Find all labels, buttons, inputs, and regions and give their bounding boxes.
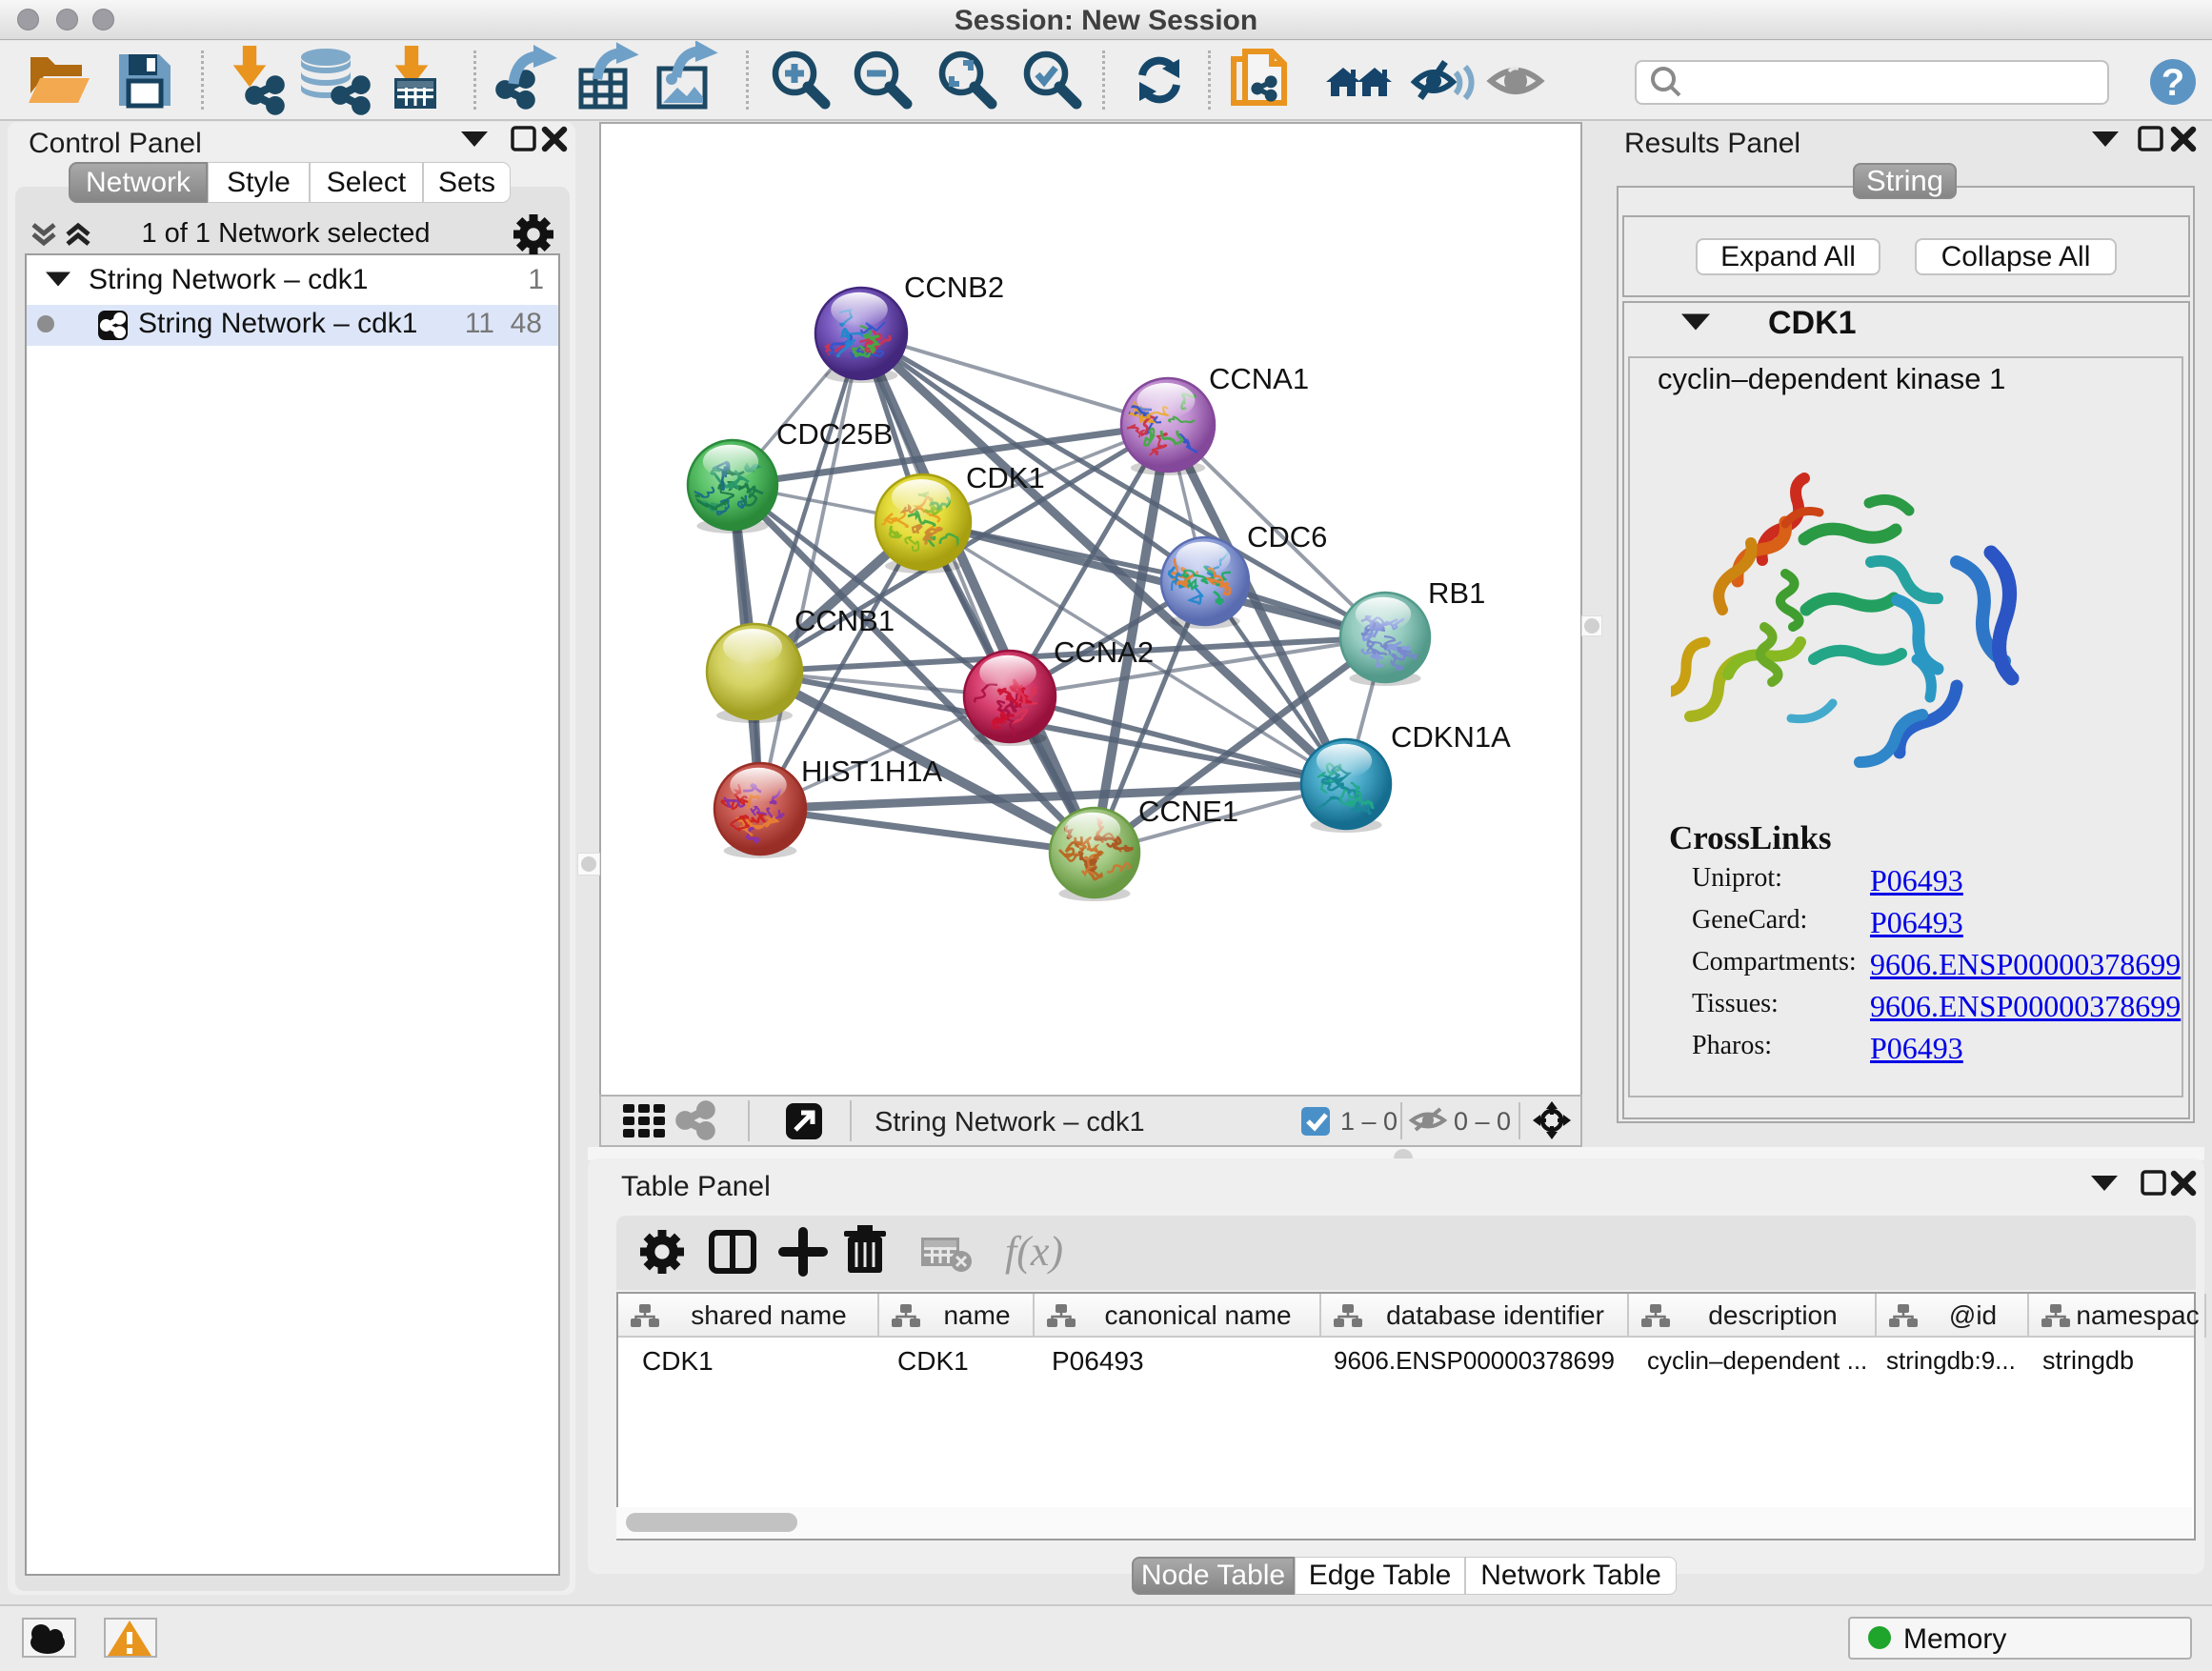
svg-text:CCNB1: CCNB1: [794, 604, 895, 637]
svg-text:CDKN1A: CDKN1A: [1391, 720, 1511, 754]
svg-text:CDK1: CDK1: [966, 461, 1045, 494]
svg-text:0 – 0: 0 – 0: [1454, 1107, 1511, 1136]
svg-text:CDC25B: CDC25B: [776, 417, 893, 451]
svg-text:HIST1H1A: HIST1H1A: [801, 755, 942, 788]
svg-text:RB1: RB1: [1428, 576, 1485, 610]
svg-text:CCNE1: CCNE1: [1138, 795, 1238, 828]
svg-text:?: ?: [2162, 62, 2184, 104]
svg-text:CCNB2: CCNB2: [904, 271, 1004, 304]
svg-text:1 – 0: 1 – 0: [1340, 1107, 1398, 1136]
svg-text:CCNA2: CCNA2: [1054, 635, 1154, 669]
svg-text:CCNA1: CCNA1: [1209, 362, 1309, 395]
svg-text:String Network – cdk1: String Network – cdk1: [875, 1107, 1145, 1137]
svg-text:CDC6: CDC6: [1247, 520, 1327, 554]
svg-text:f(x): f(x): [1005, 1228, 1063, 1275]
